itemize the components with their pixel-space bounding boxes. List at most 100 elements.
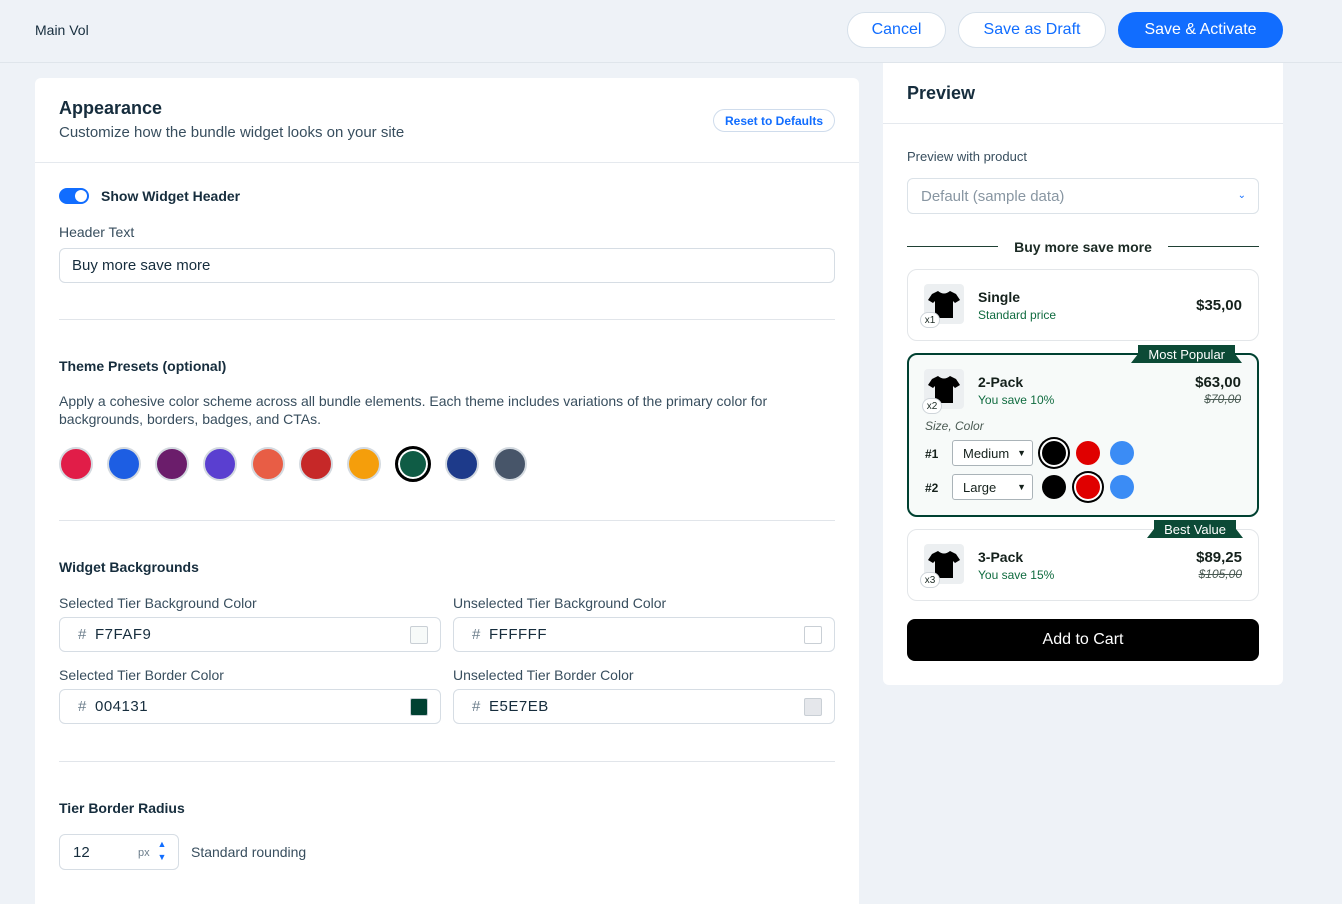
hash-prefix: # [472, 698, 481, 715]
size-select[interactable]: Large ▼ [952, 474, 1033, 500]
toggle-knob [75, 190, 87, 202]
appearance-panel: Appearance Customize how the bundle widg… [35, 78, 859, 904]
color-dot-black[interactable] [1042, 441, 1066, 465]
widget-backgrounds-title: Widget Backgrounds [59, 559, 199, 575]
theme-swatch[interactable] [299, 447, 333, 481]
best-value-badge: Best Value [1147, 520, 1243, 538]
quantity-badge: x2 [922, 398, 942, 414]
chevron-down-icon: ⌄ [1237, 190, 1246, 201]
add-to-cart-button[interactable]: Add to Cart [907, 619, 1259, 661]
header-rule-right [1168, 246, 1259, 247]
color-chip[interactable] [804, 698, 822, 716]
hash-prefix: # [78, 626, 87, 643]
unselected-bg-field[interactable]: # FFFFFF [453, 617, 835, 652]
preview-panel: Preview Preview with product Default (sa… [883, 63, 1283, 685]
tier-name: 3-Pack [978, 549, 1024, 565]
header-text-input[interactable]: Buy more save more [59, 248, 835, 283]
save-activate-button[interactable]: Save & Activate [1118, 12, 1283, 48]
show-header-toggle[interactable] [59, 188, 89, 204]
unselected-border-value: E5E7EB [489, 698, 549, 715]
appearance-header: Appearance Customize how the bundle widg… [35, 78, 859, 163]
theme-swatch[interactable] [347, 447, 381, 481]
color-dot-blue[interactable] [1110, 475, 1134, 499]
theme-swatch[interactable] [251, 447, 285, 481]
preview-product-label: Preview with product [907, 149, 1027, 164]
radius-value: 12 [73, 844, 90, 861]
widget-header-text: Buy more save more [1014, 239, 1152, 255]
divider [59, 319, 835, 320]
color-dot-blue[interactable] [1110, 441, 1134, 465]
theme-swatch[interactable] [445, 447, 479, 481]
top-bar: Main Vol Cancel Save as Draft Save & Act… [0, 0, 1342, 63]
chevron-down-icon: ▼ [1017, 448, 1026, 458]
tier-radius-title: Tier Border Radius [59, 800, 185, 816]
tier-card-single[interactable]: x1 Single Standard price $35,00 [907, 269, 1259, 341]
unselected-border-field[interactable]: # E5E7EB [453, 689, 835, 724]
appearance-subtitle: Customize how the bundle widget looks on… [59, 124, 405, 141]
tier-card-3-pack[interactable]: Best Value x3 3-Pack You save 15% $89,25… [907, 520, 1259, 601]
color-chip[interactable] [804, 626, 822, 644]
stepper-arrows-icon[interactable]: ▲ ▼ [156, 838, 168, 864]
color-dot-black[interactable] [1042, 475, 1066, 499]
tier-price: $35,00 [1196, 297, 1242, 314]
tier-subtitle: You save 10% [978, 393, 1055, 407]
most-popular-badge: Most Popular [1131, 345, 1242, 363]
quantity-badge: x1 [920, 312, 940, 328]
preview-header: Preview [883, 63, 1283, 124]
color-dot-red[interactable] [1076, 441, 1100, 465]
options-label: Size, Color [925, 419, 984, 433]
save-draft-button[interactable]: Save as Draft [958, 12, 1106, 48]
theme-swatch-selected[interactable] [395, 446, 431, 482]
tier-card-2-pack[interactable]: Most Popular x2 2-Pack You save 10% $63,… [907, 345, 1259, 517]
theme-swatch[interactable] [155, 447, 189, 481]
hash-prefix: # [78, 698, 87, 715]
selected-border-label: Selected Tier Border Color [59, 667, 224, 683]
divider [59, 520, 835, 521]
size-value: Large [963, 479, 997, 495]
hash-prefix: # [472, 626, 481, 643]
tier-old-price: $70,00 [1204, 392, 1241, 406]
cancel-button[interactable]: Cancel [847, 12, 946, 48]
preview-product-select[interactable]: Default (sample data) ⌄ [907, 178, 1259, 214]
unselected-border-label: Unselected Tier Border Color [453, 667, 634, 683]
option-row-number: #2 [925, 481, 939, 495]
size-select[interactable]: Medium ▼ [952, 440, 1033, 466]
radius-unit: px [138, 847, 150, 859]
tier-subtitle: Standard price [978, 308, 1057, 322]
appearance-title: Appearance [59, 98, 163, 118]
color-chip[interactable] [410, 626, 428, 644]
tier-price: $89,25 [1196, 549, 1242, 566]
theme-swatch[interactable] [493, 447, 527, 481]
selected-border-value: 004131 [95, 698, 149, 715]
unselected-bg-label: Unselected Tier Background Color [453, 595, 667, 611]
selected-bg-label: Selected Tier Background Color [59, 595, 257, 611]
selected-bg-field[interactable]: # F7FAF9 [59, 617, 441, 652]
selected-border-field[interactable]: # 004131 [59, 689, 441, 724]
reset-defaults-button[interactable]: Reset to Defaults [713, 109, 835, 132]
preview-product-value: Default (sample data) [921, 187, 1065, 205]
tier-name: 2-Pack [978, 374, 1024, 390]
divider [59, 761, 835, 762]
theme-presets-title: Theme Presets (optional) [59, 358, 227, 374]
show-header-label: Show Widget Header [101, 188, 241, 204]
radius-stepper[interactable]: 12 px ▲ ▼ [59, 834, 179, 870]
size-value: Medium [963, 445, 1010, 461]
app-title: Main Vol [35, 22, 89, 38]
tier-subtitle: You save 15% [978, 568, 1055, 582]
color-chip[interactable] [410, 698, 428, 716]
radius-hint: Standard rounding [191, 844, 307, 860]
preview-title: Preview [907, 83, 976, 103]
theme-swatch[interactable] [107, 447, 141, 481]
theme-swatch[interactable] [203, 447, 237, 481]
option-row-number: #1 [925, 447, 939, 461]
chevron-down-icon: ▼ [1017, 482, 1026, 492]
selected-bg-value: F7FAF9 [95, 626, 152, 643]
header-text-label: Header Text [59, 224, 135, 240]
tier-name: Single [978, 289, 1021, 305]
tier-price: $63,00 [1195, 374, 1241, 391]
tier-old-price: $105,00 [1198, 567, 1242, 581]
theme-presets-description: Apply a cohesive color scheme across all… [59, 393, 768, 427]
theme-swatch[interactable] [59, 447, 93, 481]
quantity-badge: x3 [920, 572, 940, 588]
color-dot-red[interactable] [1076, 475, 1100, 499]
